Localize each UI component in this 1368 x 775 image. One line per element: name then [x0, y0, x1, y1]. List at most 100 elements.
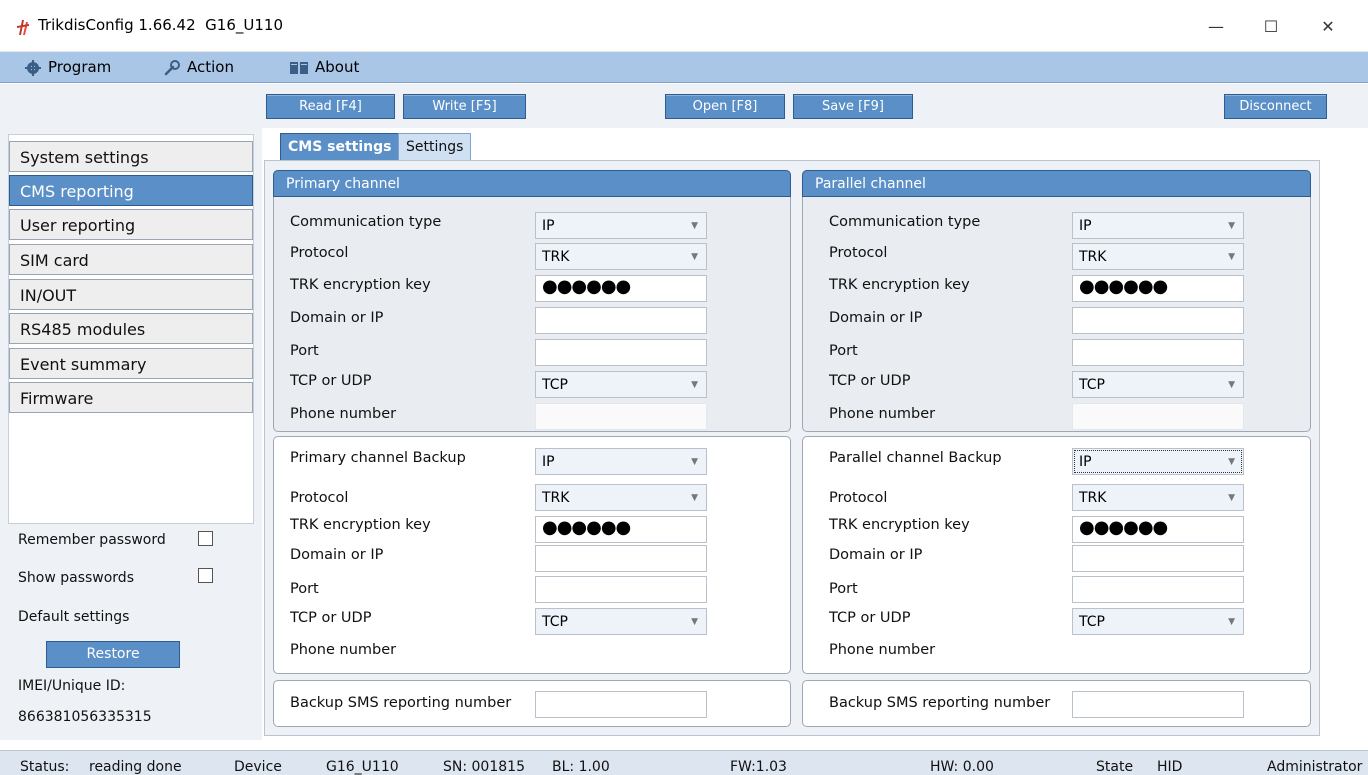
- chevron-down-icon: ▼: [1228, 221, 1235, 231]
- parallel-tcpudp-select[interactable]: TCP ▼: [1072, 371, 1244, 398]
- parallel-protocol-select[interactable]: TRK ▼: [1072, 243, 1244, 270]
- sidebar-item-firmware[interactable]: Firmware: [9, 382, 253, 413]
- chevron-down-icon: ▼: [691, 493, 698, 503]
- parallel-comm-type-value: IP: [1079, 218, 1092, 234]
- write-button[interactable]: Write [F5]: [403, 94, 526, 119]
- sidebar-item-sim-card[interactable]: SIM card: [9, 244, 253, 275]
- parallel-backup-select[interactable]: IP ▼: [1072, 448, 1244, 475]
- primary-port-field[interactable]: [535, 339, 707, 366]
- bootloader-version: BL: 1.00: [552, 759, 610, 775]
- trikdis-logo-icon: [17, 20, 29, 35]
- primary-protocol-select[interactable]: TRK ▼: [535, 243, 707, 270]
- primary-backup-value: IP: [542, 454, 555, 470]
- parallel-backup-tcpudp-label: TCP or UDP: [829, 610, 911, 626]
- primary-backup-port-field[interactable]: [535, 576, 707, 603]
- parallel-key-field[interactable]: ●●●●●●: [1072, 275, 1244, 302]
- parallel-backup-key-label: TRK encryption key: [829, 517, 970, 533]
- sidebar-item-in-out[interactable]: IN/OUT: [9, 279, 253, 310]
- default-settings-label: Default settings: [18, 609, 130, 625]
- show-passwords-checkbox[interactable]: [198, 568, 213, 583]
- sidebar-item-system-settings[interactable]: System settings: [9, 141, 253, 172]
- menu-action-label: Action: [187, 58, 234, 76]
- disconnect-button[interactable]: Disconnect: [1224, 94, 1327, 119]
- primary-key-field[interactable]: ●●●●●●: [535, 275, 707, 302]
- primary-backup-protocol-select[interactable]: TRK ▼: [535, 484, 707, 511]
- chevron-down-icon: ▼: [691, 617, 698, 627]
- read-button[interactable]: Read [F4]: [266, 94, 395, 119]
- parallel-backup-group: Parallel channel Backup IP ▼ Protocol TRK…: [802, 436, 1311, 674]
- gear-icon: [25, 59, 41, 76]
- state-label: State: [1096, 759, 1134, 775]
- primary-backup-domain-label: Domain or IP: [290, 547, 384, 563]
- primary-backup-domain-field[interactable]: [535, 545, 707, 572]
- primary-backup-key-label: TRK encryption key: [290, 517, 431, 533]
- status-label: Status:: [20, 759, 70, 775]
- parallel-backup-tcpudp-select[interactable]: TCP ▼: [1072, 608, 1244, 635]
- parallel-backup-domain-label: Domain or IP: [829, 547, 923, 563]
- parallel-backup-protocol-select[interactable]: TRK ▼: [1072, 484, 1244, 511]
- primary-sms-group: Backup SMS reporting number: [273, 680, 791, 727]
- parallel-backup-protocol-label: Protocol: [829, 490, 888, 506]
- parallel-phone-field[interactable]: [1072, 403, 1244, 430]
- primary-sms-field[interactable]: [535, 691, 707, 718]
- parallel-protocol-value: TRK: [1079, 249, 1107, 265]
- device-label: Device: [234, 759, 282, 775]
- parallel-backup-label: Parallel channel Backup: [829, 450, 1002, 466]
- primary-backup-key-field[interactable]: ●●●●●●: [535, 516, 707, 543]
- parallel-channel-header: Parallel channel: [802, 170, 1311, 197]
- sidebar-item-cms-reporting[interactable]: CMS reporting: [9, 175, 253, 206]
- primary-backup-select[interactable]: IP ▼: [535, 448, 707, 475]
- parallel-sms-group: Backup SMS reporting number: [802, 680, 1311, 727]
- sidebar-item-rs485-modules[interactable]: RS485 modules: [9, 313, 253, 344]
- parallel-port-field[interactable]: [1072, 339, 1244, 366]
- cms-settings-panel: Primary channel Communication type IP ▼ P…: [264, 160, 1320, 736]
- primary-channel-header: Primary channel: [273, 170, 791, 197]
- parallel-backup-key-field[interactable]: ●●●●●●: [1072, 516, 1244, 543]
- primary-backup-tcpudp-select[interactable]: TCP ▼: [535, 608, 707, 635]
- primary-phone-field[interactable]: [535, 403, 707, 430]
- open-button[interactable]: Open [F8]: [665, 94, 785, 119]
- primary-channel-group: Primary channel Communication type IP ▼ P…: [273, 170, 791, 432]
- primary-tcpudp-value: TCP: [542, 377, 568, 393]
- parallel-tcpudp-value: TCP: [1079, 377, 1105, 393]
- chevron-down-icon: ▼: [691, 252, 698, 262]
- parallel-sms-field[interactable]: [1072, 691, 1244, 718]
- chevron-down-icon: ▼: [1228, 457, 1235, 467]
- wrench-icon: [164, 59, 180, 75]
- navigation-list: System settings CMS reporting User repor…: [8, 134, 254, 524]
- parallel-domain-label: Domain or IP: [829, 310, 923, 326]
- status-bar: Status: reading done Device G16_U110 SN:…: [0, 750, 1368, 775]
- primary-domain-field[interactable]: [535, 307, 707, 334]
- sidebar-item-event-summary[interactable]: Event summary: [9, 348, 253, 379]
- parallel-backup-domain-field[interactable]: [1072, 545, 1244, 572]
- close-button[interactable]: ✕: [1305, 12, 1351, 42]
- chevron-down-icon: ▼: [691, 380, 698, 390]
- tab-cms-settings[interactable]: CMS settings: [280, 133, 400, 161]
- chevron-down-icon: ▼: [1228, 252, 1235, 262]
- primary-comm-type-label: Communication type: [290, 214, 442, 230]
- maximize-button[interactable]: ☐: [1248, 12, 1294, 42]
- chevron-down-icon: ▼: [1228, 380, 1235, 390]
- parallel-backup-tcpudp-value: TCP: [1079, 614, 1105, 630]
- save-button[interactable]: Save [F9]: [793, 94, 913, 119]
- primary-comm-type-select[interactable]: IP ▼: [535, 212, 707, 239]
- minimize-button[interactable]: —: [1193, 12, 1239, 42]
- parallel-backup-value: IP: [1079, 454, 1092, 470]
- menu-about[interactable]: About: [289, 52, 359, 83]
- serial-number: SN: 001815: [443, 759, 525, 775]
- parallel-tcpudp-label: TCP or UDP: [829, 373, 911, 389]
- parallel-domain-field[interactable]: [1072, 307, 1244, 334]
- primary-tcpudp-select[interactable]: TCP ▼: [535, 371, 707, 398]
- left-sidebar: System settings CMS reporting User repor…: [0, 128, 262, 740]
- parallel-backup-port-field[interactable]: [1072, 576, 1244, 603]
- primary-backup-phone-label: Phone number: [290, 642, 397, 658]
- chevron-down-icon: ▼: [1228, 617, 1235, 627]
- tab-settings[interactable]: Settings: [398, 133, 472, 161]
- imei-label: IMEI/Unique ID:: [18, 678, 126, 694]
- sidebar-item-user-reporting[interactable]: User reporting: [9, 209, 253, 240]
- parallel-comm-type-select[interactable]: IP ▼: [1072, 212, 1244, 239]
- restore-button[interactable]: Restore: [46, 641, 180, 668]
- remember-password-checkbox[interactable]: [198, 531, 213, 546]
- menu-program[interactable]: Program: [24, 52, 111, 83]
- menu-action[interactable]: Action: [163, 52, 234, 83]
